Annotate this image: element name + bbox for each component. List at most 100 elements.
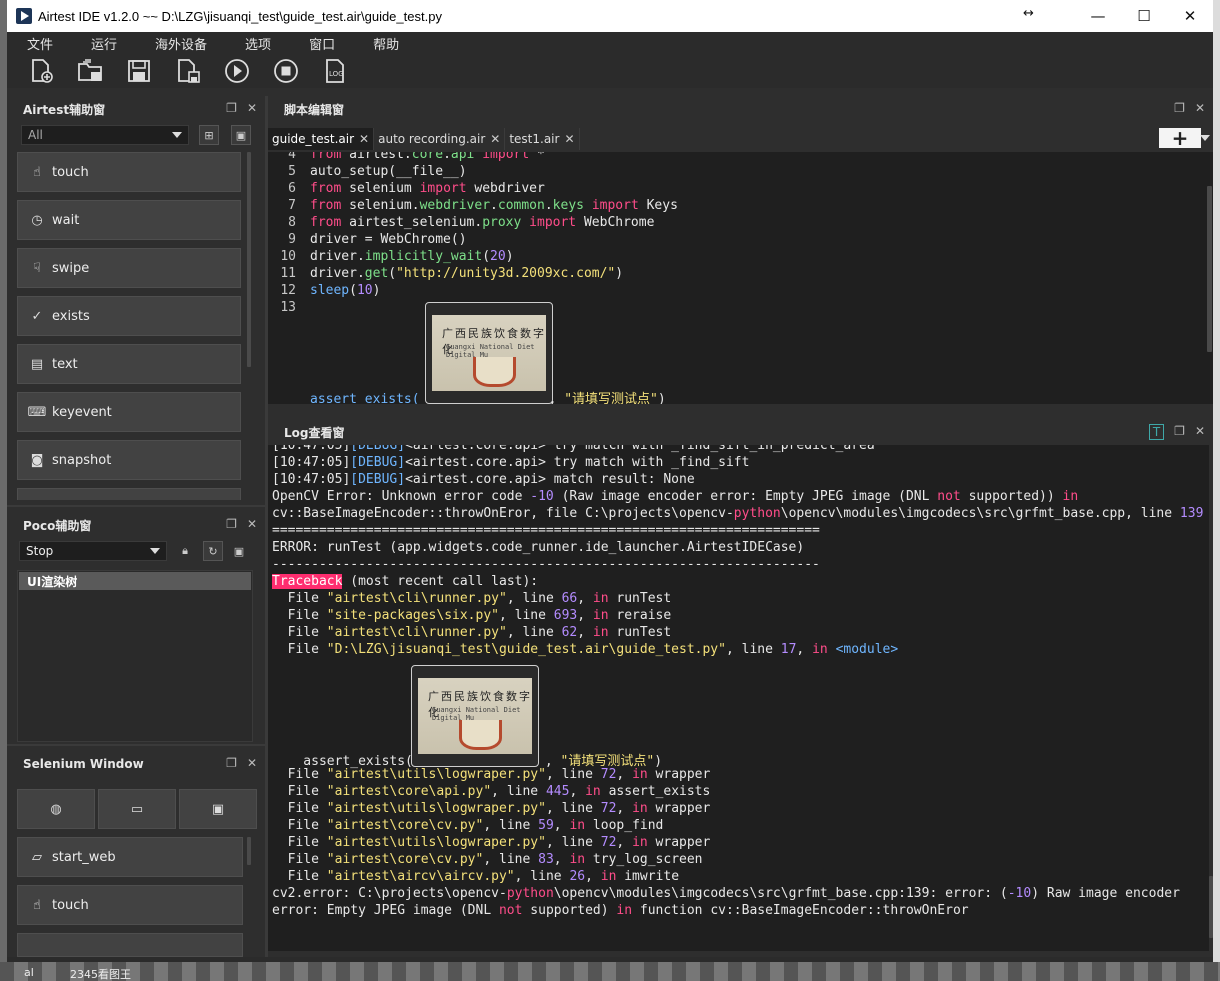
close-panel-icon[interactable]: ✕ (247, 101, 257, 115)
assist-label: swipe (52, 260, 90, 276)
stop-script-button[interactable] (272, 57, 300, 85)
code-token: import (482, 152, 530, 162)
float-panel-icon[interactable]: ❐ (226, 517, 237, 531)
selenium-partial-button[interactable] (17, 933, 243, 957)
log-token: , (577, 608, 593, 623)
log-token: "airtest\core\cv.py" (326, 852, 484, 867)
float-panel-icon[interactable]: ❐ (1174, 424, 1185, 440)
assist-partial-button[interactable] (17, 488, 241, 500)
close-tab-icon[interactable]: ✕ (359, 132, 369, 146)
float-panel-icon[interactable]: ❐ (226, 101, 237, 115)
selenium-globe-button[interactable]: ◍ (17, 789, 95, 829)
poco-mode-select[interactable]: Stop (19, 541, 167, 561)
log-token: 445 (545, 784, 570, 799)
code-token: 10 (356, 283, 373, 298)
log-token: 72 (600, 767, 617, 782)
close-panel-icon[interactable]: ✕ (1195, 424, 1205, 440)
log-token: File (272, 801, 327, 816)
editor-assert-line: assert_exists(, "请填写测试点") (310, 388, 666, 404)
log-token: in (1062, 489, 1079, 504)
log-token: [DEBUG] (350, 472, 406, 487)
menu-file[interactable]: 文件 (27, 34, 53, 53)
record-button[interactable]: ▣ (231, 125, 251, 145)
log-token: , line (506, 625, 562, 640)
start-web-button[interactable]: ▱ start_web (17, 837, 243, 877)
screen-add-icon: ⊞ (204, 128, 214, 142)
tab-test1[interactable]: test1.air ✕ (505, 128, 580, 150)
selenium-touch-button[interactable]: ☝ touch (17, 885, 243, 925)
minimize-button[interactable]: — (1075, 0, 1121, 32)
menu-options[interactable]: 选项 (245, 34, 271, 53)
camera-icon: ◙ (30, 452, 44, 468)
menu-help[interactable]: 帮助 (373, 34, 399, 53)
poco-panel-header: Poco辅助窗 ❐ ✕ (7, 512, 265, 538)
log-token: wrapper (647, 835, 711, 850)
selenium-record-button[interactable]: ▣ (179, 789, 257, 829)
menu-window[interactable]: 窗口 (309, 34, 335, 53)
close-panel-icon[interactable]: ✕ (247, 756, 257, 770)
new-tab-button[interactable]: + (1159, 126, 1201, 150)
save-button[interactable] (125, 57, 153, 85)
add-custom-button[interactable]: ⊞ (199, 125, 219, 145)
close-panel-icon[interactable]: ✕ (1195, 101, 1205, 115)
desktop-background (0, 962, 1220, 981)
tab-guide-test[interactable]: guide_test.air ✕ (268, 128, 375, 150)
chevron-down-icon[interactable] (1200, 135, 1210, 141)
code-token: sleep (310, 283, 350, 298)
assist-touch-button[interactable]: ☝ touch (17, 152, 241, 192)
assist-swipe-button[interactable]: ☟ swipe (17, 248, 241, 288)
menu-overseas-device[interactable]: 海外设备 (155, 34, 207, 53)
code-editor[interactable]: 广西民族饮食数字化 Guangxi National Diet Digital … (268, 152, 1213, 404)
code-token: . (544, 198, 553, 213)
assist-text-button[interactable]: ▤ text (17, 344, 241, 384)
tab-auto-recording[interactable]: auto recording.air ✕ (374, 128, 506, 150)
save-as-button[interactable] (174, 57, 202, 85)
log-token: "airtest\cli\runner.py" (326, 625, 507, 640)
view-log-button[interactable]: LOG (321, 57, 349, 85)
poco-record-button[interactable]: ▣ (229, 541, 249, 561)
run-script-button[interactable] (223, 57, 251, 85)
log-token: runTest (608, 591, 672, 606)
assist-exists-button[interactable]: ✓ exists (17, 296, 241, 336)
code-token: import (529, 215, 577, 230)
code-token: ( (349, 283, 357, 298)
close-window-button[interactable]: ✕ (1167, 0, 1213, 32)
close-panel-icon[interactable]: ✕ (247, 517, 257, 531)
open-folder-button[interactable] (76, 57, 104, 85)
maximize-button[interactable]: ☐ (1121, 0, 1167, 32)
taskbar-item-image-viewer[interactable]: 2345看图王 (70, 966, 131, 981)
svg-text:LOG: LOG (329, 70, 344, 78)
log-token: (most recent call last): (342, 574, 539, 589)
menu-run[interactable]: 运行 (91, 34, 117, 53)
log-token: , line (545, 801, 601, 816)
editor-scrollbar[interactable] (1207, 186, 1212, 352)
log-output[interactable]: 广西民族饮食数字化 Guangxi National Diet Digital … (268, 445, 1209, 951)
taskbar-item[interactable]: al (24, 966, 34, 979)
airtest-filter-select[interactable]: All (21, 125, 189, 145)
log-token: 62 (561, 625, 578, 640)
log-line: File "D:\LZG\jisuanqi_test\guide_test.ai… (272, 642, 899, 659)
close-tab-icon[interactable]: ✕ (490, 132, 500, 146)
assist-keyevent-button[interactable]: ⌨ keyevent (17, 392, 241, 432)
ui-tree-view[interactable]: UI渲染树 (17, 570, 253, 742)
lock-button[interactable]: 🔒︎ (175, 541, 195, 561)
assist-wait-button[interactable]: ◷ wait (17, 200, 241, 240)
refresh-tree-button[interactable]: ↻ (203, 541, 223, 561)
float-panel-icon[interactable]: ❐ (1174, 101, 1185, 115)
new-file-button[interactable] (27, 57, 55, 85)
log-token: \opencv\modules\imgcodecs\src\grfmt_base… (553, 886, 1008, 901)
assist-snapshot-button[interactable]: ◙ snapshot (17, 440, 241, 480)
horizontal-splitter[interactable] (268, 408, 1213, 418)
airtest-list-scrollbar[interactable] (247, 152, 251, 367)
line-number: 9 (288, 232, 296, 247)
assert-fn: assert_exists( (310, 392, 420, 404)
ui-tree-root[interactable]: UI渲染树 (19, 572, 251, 590)
close-tab-icon[interactable]: ✕ (564, 132, 574, 146)
float-panel-icon[interactable]: ❐ (226, 756, 237, 770)
selenium-monitor-button[interactable]: ▭ (98, 789, 176, 829)
selenium-list-scrollbar[interactable] (247, 837, 251, 865)
log-token: , (616, 835, 633, 850)
filter-icon[interactable]: T (1148, 424, 1165, 440)
code-token: "http://unity3d.2009xc.com/" (396, 266, 616, 281)
